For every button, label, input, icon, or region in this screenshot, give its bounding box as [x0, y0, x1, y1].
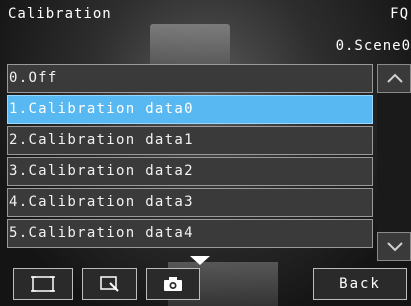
page-title: Calibration [8, 6, 112, 22]
device-code: FQ [390, 6, 409, 22]
scroll-up-button[interactable] [377, 64, 411, 93]
camera-icon [164, 277, 182, 291]
frame-icon [31, 276, 55, 292]
list-item-calibration-data2[interactable]: 3.Calibration data2 [7, 157, 373, 186]
list-item-off[interactable]: 0.Off [7, 64, 373, 93]
zoom-window-button[interactable] [82, 268, 137, 300]
calibration-list: 0.Off 1.Calibration data0 2.Calibration … [7, 64, 373, 250]
list-item-calibration-data3[interactable]: 4.Calibration data3 [7, 188, 373, 217]
camera-button[interactable] [146, 268, 200, 300]
scroll-down-button[interactable] [377, 232, 411, 261]
back-button[interactable]: Back [313, 268, 407, 300]
list-item-calibration-data1[interactable]: 2.Calibration data1 [7, 126, 373, 155]
list-scrollbar[interactable] [377, 64, 411, 261]
camera-object-shape [150, 24, 230, 66]
list-item-calibration-data4[interactable]: 5.Calibration data4 [7, 219, 373, 248]
chevron-down-icon [387, 242, 403, 252]
frame-button[interactable] [13, 268, 73, 300]
list-item-calibration-data0[interactable]: 1.Calibration data0 [7, 95, 373, 124]
chevron-up-icon [387, 73, 403, 83]
zoom-window-icon [99, 276, 119, 292]
scene-label: 0.Scene0 [335, 38, 411, 54]
more-below-indicator-icon [190, 256, 210, 265]
